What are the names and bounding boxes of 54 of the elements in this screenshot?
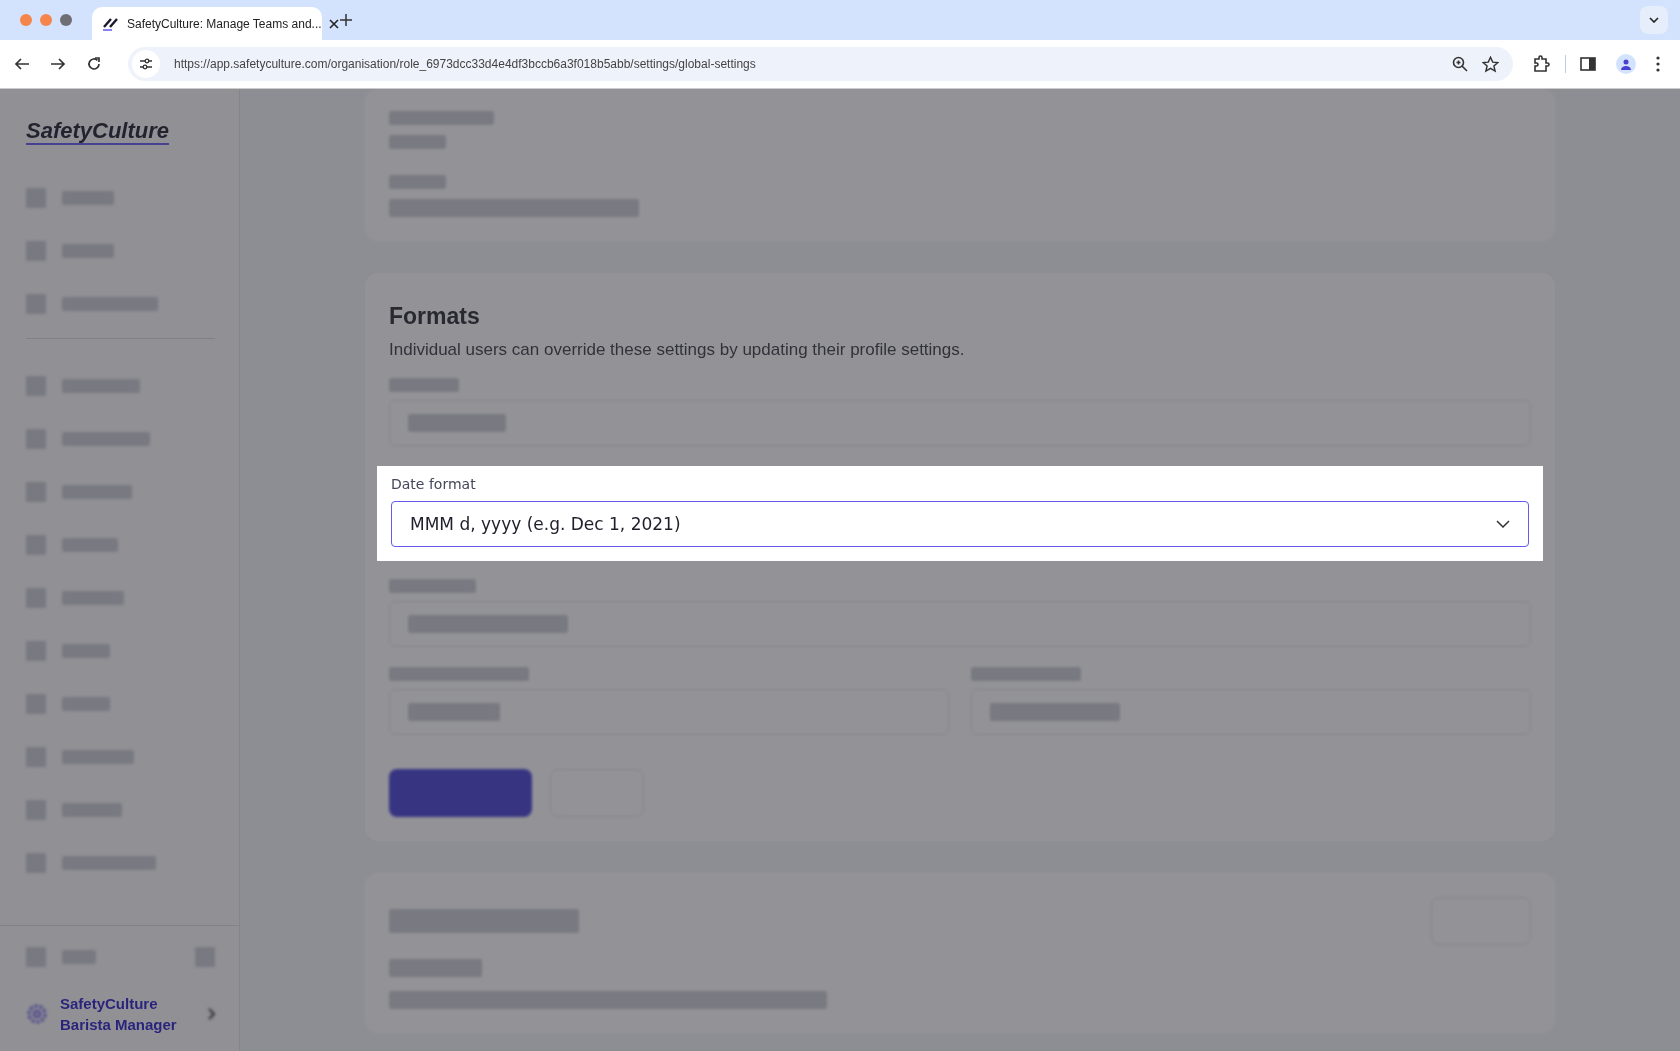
account-name: SafetyCulture Barista Manager: [60, 994, 178, 1035]
blurred-nav-label: [62, 590, 124, 605]
nav-icon: [26, 375, 46, 396]
side-panel-icon[interactable]: [1580, 56, 1596, 72]
date-format-dropdown[interactable]: MMM d, yyyy (e.g. Dec 1, 2021): [391, 501, 1529, 547]
blurred-text: [389, 135, 446, 149]
back-icon[interactable]: [14, 56, 30, 72]
more-options-icon[interactable]: [1656, 56, 1660, 72]
nav-icon: [26, 534, 46, 555]
maximize-window-icon[interactable]: [60, 14, 72, 26]
nav-icon: [26, 293, 46, 314]
blurred-nav-label: [62, 484, 132, 499]
collapse-icon: [195, 946, 215, 967]
nav-icon: [26, 746, 46, 767]
forward-icon[interactable]: [50, 56, 66, 72]
chevron-right-icon: [207, 1008, 215, 1020]
site-info-icon[interactable]: [132, 50, 160, 78]
new-tab-icon[interactable]: [340, 14, 352, 26]
chevron-down-icon: [1649, 17, 1659, 23]
blurred-nav-label: [62, 949, 96, 964]
blurred-nav-label: [62, 190, 114, 205]
nav-icon: [26, 640, 46, 661]
blurred-label: [389, 175, 446, 189]
blurred-label: [389, 378, 459, 392]
nav-icon: [26, 240, 46, 261]
address-bar[interactable]: https://app.safetyculture.com/organisation/role_6973dcc33d4e4df3bccb6a3f018b5abb/settings/global-settings: [128, 47, 1513, 81]
blurred-nav-label: [62, 749, 134, 764]
blurred-nav-label: [62, 243, 114, 258]
site-logo-icon: [102, 16, 120, 31]
nav-icon: [26, 799, 46, 820]
blurred-nav-label: [62, 802, 122, 817]
nav-icon: [26, 187, 46, 208]
chevron-down-icon: [1496, 520, 1510, 528]
zoom-icon[interactable]: [1452, 56, 1468, 72]
blurred-nav-label: [62, 537, 118, 552]
extensions-icon[interactable]: [1533, 55, 1551, 73]
close-icon[interactable]: [328, 18, 339, 29]
tab-list-button[interactable]: [1640, 6, 1668, 34]
profile-avatar-icon[interactable]: [1616, 54, 1636, 74]
nav-icon: [26, 852, 46, 873]
nav-icon: [26, 428, 46, 449]
logo: SafetyCulture: [26, 119, 170, 146]
blurred-nav-label: [62, 696, 110, 711]
section-title: Formats: [389, 303, 481, 330]
field-label: Date format: [391, 476, 477, 492]
star-icon[interactable]: [1482, 55, 1499, 73]
nav-icon: [26, 946, 46, 967]
nav-icon: [26, 587, 46, 608]
gear-icon: [26, 1003, 48, 1025]
nav-icon: [26, 481, 46, 502]
section-description: Individual users can override these settings by updating their profile settings.: [389, 340, 966, 360]
nav-icon: [26, 693, 46, 714]
reload-icon[interactable]: [86, 56, 102, 72]
blurred-nav-label: [62, 643, 110, 658]
